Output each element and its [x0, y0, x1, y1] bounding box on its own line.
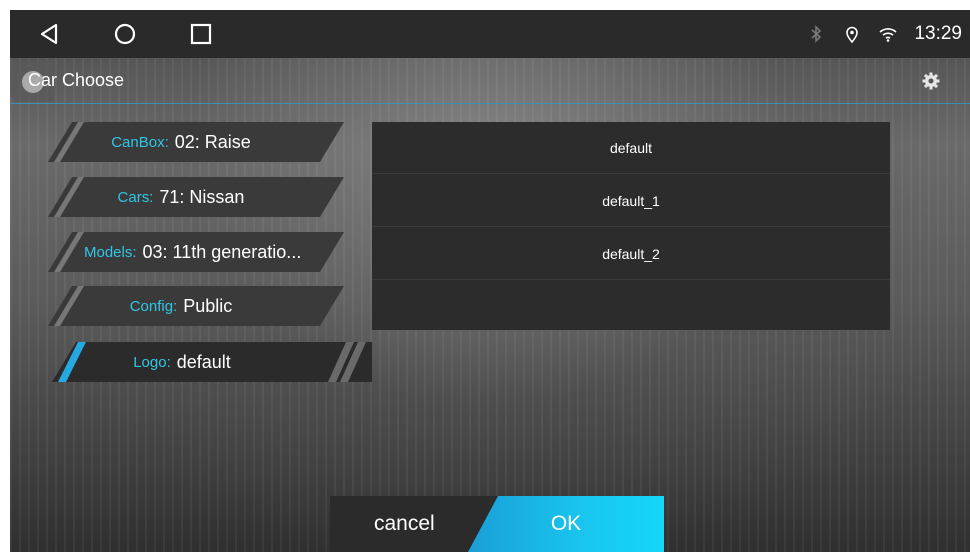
location-icon: [842, 24, 862, 44]
list-item-empty: [372, 281, 890, 333]
option-config[interactable]: Config: Public: [48, 286, 344, 326]
hatch-decoration: [328, 342, 366, 382]
option-canbox-label: CanBox:: [111, 133, 169, 151]
logo-list: default default_1 default_2: [372, 122, 890, 330]
back-triangle-icon[interactable]: [34, 20, 64, 48]
option-config-label: Config:: [129, 297, 178, 315]
screen: 13:29 Car Choose CanBox: 02: Raise Cars:…: [10, 10, 970, 552]
list-item-default-2[interactable]: default_2: [372, 228, 890, 280]
option-models-value: 03: 11th generatio...: [142, 241, 302, 262]
ok-button[interactable]: OK: [468, 496, 664, 552]
status-icons: 13:29: [806, 10, 962, 58]
option-models-label: Models:: [84, 243, 137, 261]
page-title: Car Choose: [28, 70, 125, 90]
recents-square-icon[interactable]: [186, 20, 216, 48]
status-bar: 13:29: [10, 10, 970, 58]
list-item-default-1[interactable]: default_1: [372, 175, 890, 227]
option-config-value: Public: [183, 295, 233, 316]
clock: 13:29: [914, 23, 962, 44]
gear-icon[interactable]: [920, 70, 942, 92]
option-models[interactable]: Models: 03: 11th generatio...: [48, 232, 344, 272]
option-canbox[interactable]: CanBox: 02: Raise: [48, 122, 344, 162]
option-cars-label: Cars:: [117, 188, 154, 206]
home-circle-icon[interactable]: [110, 20, 140, 48]
option-logo-value: default: [176, 351, 231, 372]
wifi-icon: [878, 24, 898, 44]
list-item-default[interactable]: default: [372, 122, 890, 174]
option-logo-label: Logo:: [133, 353, 171, 371]
option-cars-value: 71: Nissan: [159, 186, 245, 207]
option-cars[interactable]: Cars: 71: Nissan: [48, 177, 344, 217]
bluetooth-icon: [806, 24, 826, 44]
option-logo[interactable]: Logo: default: [52, 342, 372, 382]
title-bar: Car Choose: [10, 58, 970, 104]
option-canbox-value: 02: Raise: [174, 131, 251, 152]
